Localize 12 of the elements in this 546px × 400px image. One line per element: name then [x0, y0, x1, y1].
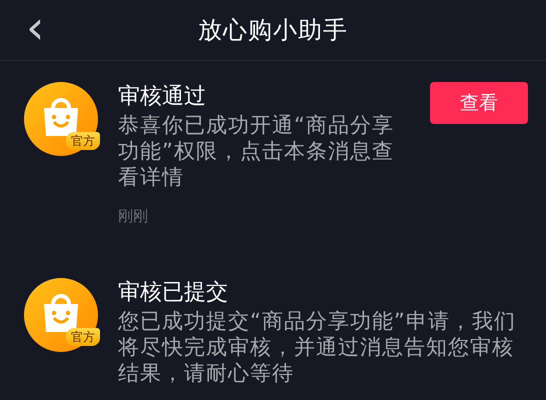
official-badge: 官方: [66, 132, 100, 150]
back-button[interactable]: ‹: [22, 4, 48, 50]
message-body: 恭喜你已成功开通“商品分享功能”权限，点击本条消息查看详情: [118, 112, 395, 190]
shopping-bag-avatar-icon: [24, 278, 98, 352]
view-button[interactable]: 查看: [430, 82, 528, 124]
shopping-bag-avatar-icon: [24, 82, 98, 156]
message-title: 审核已提交: [118, 279, 229, 307]
message-title: 审核通过: [118, 83, 207, 111]
message-body: 您已成功提交“商品分享功能”申请，我们将尽快完成审核，并通过消息告知您审核结果，请耐心等待: [118, 308, 517, 386]
message-time: 刚刚: [118, 206, 149, 226]
official-badge: 官方: [66, 328, 100, 346]
page-title: 放心购小助手: [198, 15, 348, 46]
